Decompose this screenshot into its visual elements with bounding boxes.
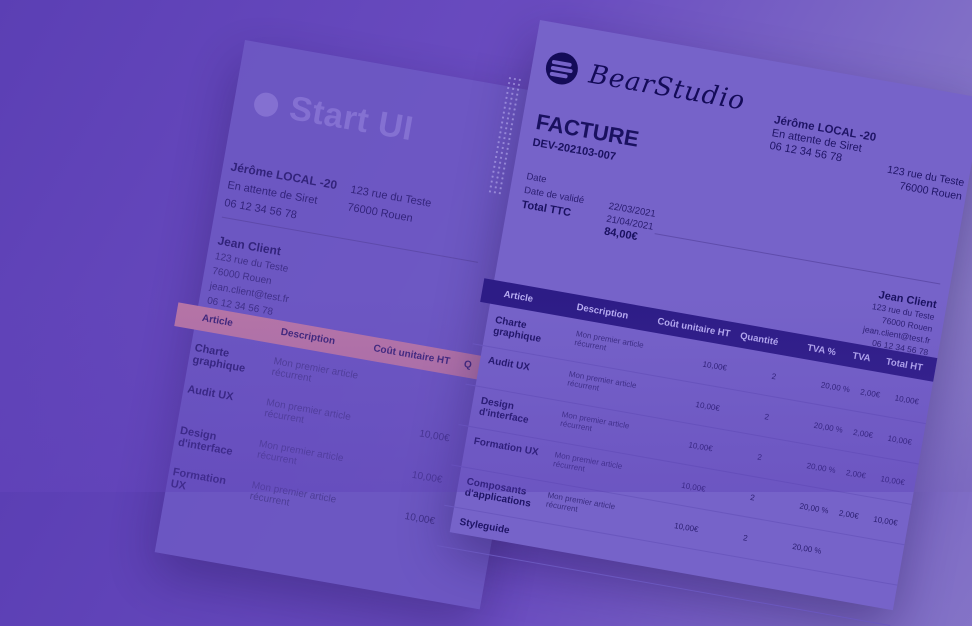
brand-name: BearStudio: [586, 59, 748, 117]
invoice-preview-front: BearStudio Jérôme LOCAL -20 En attente d…: [437, 20, 972, 626]
divider: [654, 233, 941, 285]
brand-name: Start UI: [286, 89, 417, 149]
col-article: Article: [502, 288, 534, 305]
col-total: Total HT: [884, 356, 924, 374]
sender-address: 123 rue du Teste 76000 Rouen: [886, 163, 966, 203]
meta-labels: Date Date de validé Total TTC: [520, 171, 585, 220]
sender-address: 123 rue du Teste 76000 Rouen: [346, 183, 433, 225]
col-description: Description: [575, 301, 630, 322]
col-price: Coût unitaire HT: [372, 343, 451, 368]
meta-values: 22/03/2021 21/04/2021 84,00€: [603, 200, 657, 244]
col-qty: Quantité: [739, 330, 780, 349]
col-article: Article: [201, 312, 234, 330]
col-description: Description: [279, 326, 336, 348]
col-vat-pct: TVA %: [806, 342, 837, 359]
bearstudio-logo-icon: [543, 50, 581, 88]
sender-block: Jérôme LOCAL -20 En attente de Siret 06 …: [768, 114, 877, 170]
col-vat: TVA: [851, 350, 872, 365]
